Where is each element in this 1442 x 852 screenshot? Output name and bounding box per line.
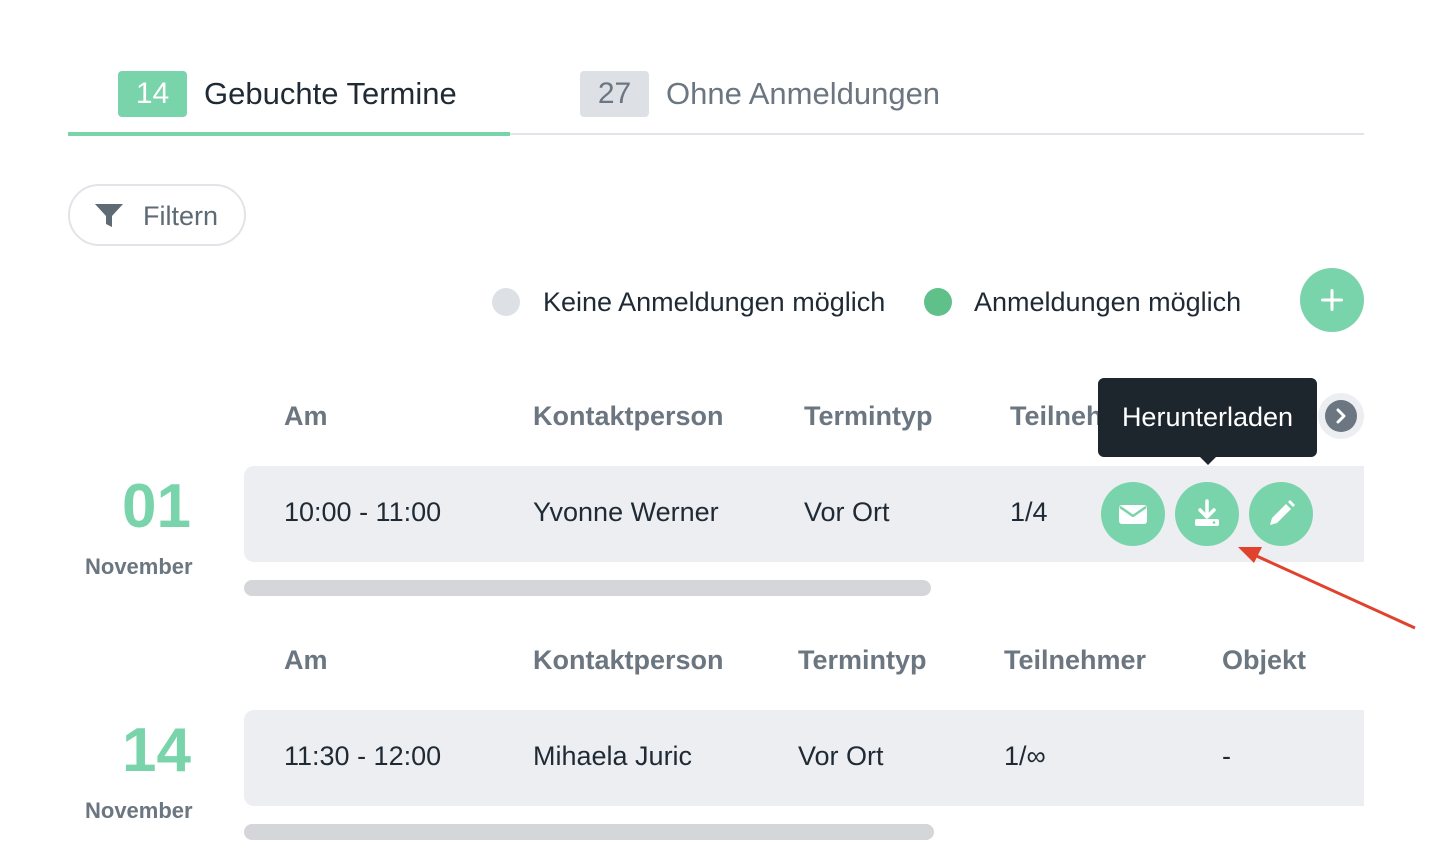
legend-label-unavailable: Keine Anmeldungen möglich: [543, 287, 886, 317]
scroll-right-circle: [1325, 400, 1357, 432]
legend-dot-available: [924, 288, 952, 316]
download-tooltip: Herunterladen: [1098, 378, 1317, 457]
horizontal-scrollbar[interactable]: [244, 824, 934, 840]
column-header-contact: Kontaktperson: [533, 401, 724, 431]
date-month: November: [85, 554, 193, 579]
filter-button-label: Filtern: [143, 201, 219, 231]
email-button[interactable]: [1101, 482, 1165, 546]
tab-active-indicator: [68, 132, 510, 136]
mail-icon: [1119, 505, 1147, 524]
cell-time: 10:00 - 11:00: [284, 497, 442, 527]
column-header-am: Am: [284, 645, 328, 675]
tab-booked-count-badge[interactable]: 14: [118, 71, 187, 117]
plus-icon: [1321, 289, 1343, 311]
scroll-right-button[interactable]: [1318, 393, 1364, 439]
tab-booked-appointments[interactable]: Gebuchte Termine: [204, 70, 457, 118]
column-header-participants: Teilnehmer: [1004, 645, 1147, 675]
legend-label-available: Anmeldungen möglich: [974, 287, 1242, 317]
legend-dot-unavailable: [492, 288, 520, 316]
tab-no-registrations[interactable]: Ohne Anmeldungen: [666, 70, 940, 118]
funnel-icon: [95, 204, 123, 227]
cell-participants: 1/4: [1010, 497, 1048, 527]
add-appointment-button[interactable]: [1300, 268, 1364, 332]
cell-type: Vor Ort: [798, 741, 884, 771]
cell-participants: 1/∞: [1004, 741, 1046, 771]
column-header-type: Termintyp: [804, 401, 933, 431]
date-month: November: [85, 798, 193, 823]
download-icon: [1195, 499, 1219, 526]
annotation-arrow: [1238, 547, 1416, 630]
cell-contact: Mihaela Juric: [533, 741, 693, 771]
cell-object: -: [1222, 741, 1231, 771]
tooltip-arrow: [1199, 456, 1217, 465]
date-day: 14: [122, 716, 191, 785]
column-header-contact: Kontaktperson: [533, 645, 724, 675]
column-header-type: Termintyp: [798, 645, 927, 675]
column-header-object: Objekt: [1222, 645, 1307, 675]
filter-button[interactable]: Filtern: [68, 184, 246, 246]
cell-contact: Yvonne Werner: [533, 497, 719, 527]
horizontal-scrollbar[interactable]: [244, 580, 931, 596]
edit-pencil-icon: [1270, 500, 1295, 525]
date-day: 01: [122, 472, 191, 541]
column-header-am: Am: [284, 401, 328, 431]
tab-no-registrations-count-badge[interactable]: 27: [580, 71, 649, 117]
chevron-right-icon: [1336, 408, 1346, 424]
cell-time: 11:30 - 12:00: [284, 741, 442, 771]
column-header-participants: Teilneh: [1010, 401, 1098, 431]
cell-type: Vor Ort: [804, 497, 890, 527]
tooltip-text: Herunterladen: [1121, 402, 1294, 432]
